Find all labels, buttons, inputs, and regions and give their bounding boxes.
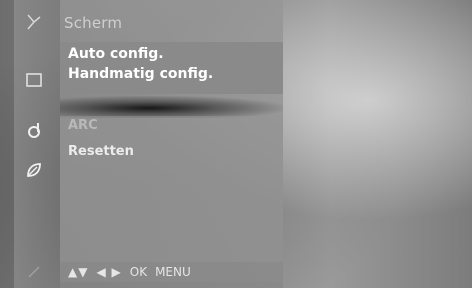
menu-item-reset[interactable]: Resetten xyxy=(68,144,134,159)
manual-config-option[interactable]: Handmatig config. xyxy=(68,66,213,82)
menu-title: Scherm xyxy=(64,14,123,32)
leaf-icon[interactable] xyxy=(24,160,44,180)
sound-icon[interactable] xyxy=(24,120,44,140)
antenna-icon[interactable] xyxy=(24,12,44,32)
menu-sidebar xyxy=(14,0,60,288)
menu-item-arc[interactable]: ARC xyxy=(68,118,98,133)
tv-screen: Scherm Auto config. Handmatig config. AR… xyxy=(0,0,472,288)
up-down-arrows-icon: ▲▼ xyxy=(68,265,89,279)
screen-icon[interactable] xyxy=(24,70,44,90)
config-submenu: Auto config. Handmatig config. xyxy=(60,42,283,94)
navigation-hints: ▲▼ ◀ ▶ OK MENU xyxy=(60,262,283,282)
lock-icon[interactable] xyxy=(24,262,44,282)
selection-shadow xyxy=(60,96,283,118)
menu-hint: MENU xyxy=(155,265,191,279)
auto-config-option[interactable]: Auto config. xyxy=(68,46,164,62)
screen-menu-panel: Scherm Auto config. Handmatig config. AR… xyxy=(60,0,283,288)
ok-hint: OK xyxy=(129,265,148,279)
screen-menu-list: ARC Resetten xyxy=(60,116,283,262)
left-right-arrows-icon: ◀ ▶ xyxy=(96,265,122,279)
